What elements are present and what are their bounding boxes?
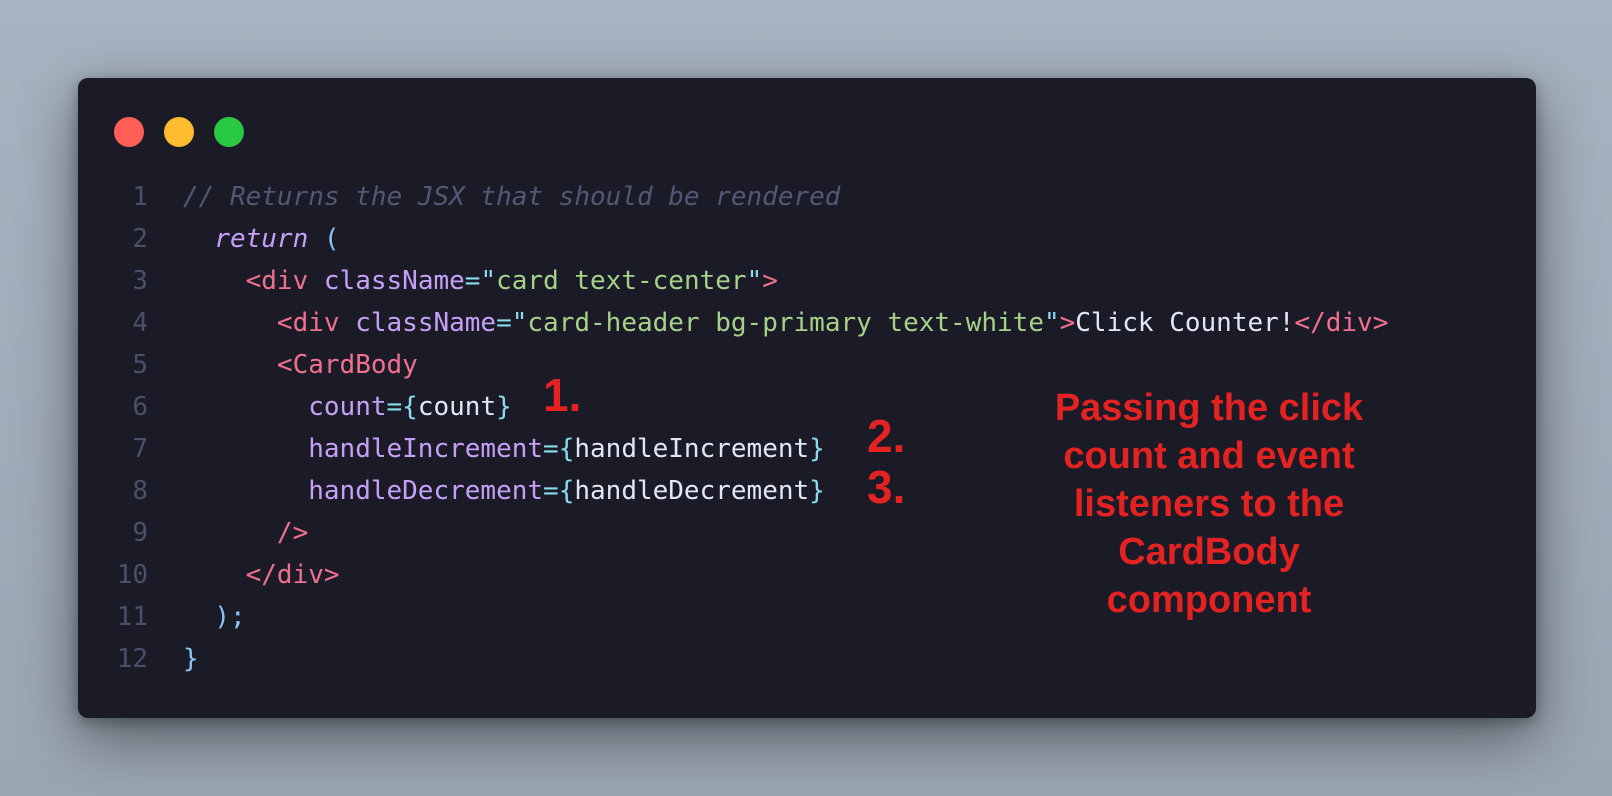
code-token: =" [464,266,497,296]
code-token: count [417,392,497,422]
code-token: className [355,308,497,338]
code-line: 4 <div className="card-header bg-primary… [78,302,1536,344]
minimize-button[interactable] [164,117,194,147]
window-controls [114,117,244,147]
code-content: ); [183,596,246,638]
code-token: count [308,392,387,422]
line-number: 1 [132,182,148,212]
code-token: ); [214,602,246,632]
annotation-text: Passing the click count and event listen… [1054,387,1364,621]
code-line: 1 // Returns the JSX that should be rende… [78,176,1536,218]
close-button[interactable] [114,117,144,147]
line-number: 12 [116,644,148,674]
code-content: /> [183,512,308,554]
line-number: 10 [116,560,148,590]
code-token: } [809,434,825,464]
code-token: handleIncrement [574,434,810,464]
line-number: 4 [132,308,148,338]
code-token: " [1043,308,1060,338]
code-content: <CardBody [183,344,418,386]
code-content: </div> [183,554,340,596]
code-token: } [183,644,199,674]
code-token: handleIncrement [308,434,544,464]
code-token: </div> [245,560,340,590]
code-content: <div className="card-header bg-primary t… [183,302,1388,344]
code-line: 3 <div className="card text-center"> [78,260,1536,302]
code-token: <div [245,266,309,296]
code-token: /> [276,518,309,548]
maximize-button[interactable] [214,117,244,147]
code-token: " [746,266,763,296]
marker-3: 3. [867,461,906,513]
code-line: 12} [78,638,1536,680]
marker-1: 1. [543,369,582,421]
code-line: 2 return ( [78,218,1536,260]
code-content: <div className="card text-center"> [183,260,778,302]
line-number: 7 [132,434,148,464]
code-content: handleDecrement={handleDecrement} [183,470,825,512]
line-number: 2 [132,224,148,254]
line-number: 5 [132,350,148,380]
code-token: card text-center [496,266,747,296]
code-token: > [1059,308,1076,338]
code-content: return ( [183,218,340,260]
code-token: handleDecrement [574,476,810,506]
code-token: </div> [1294,308,1389,338]
code-window: 1 // Returns the JSX that should be rende… [78,78,1536,718]
code-token: ( [323,224,340,254]
code-content: count={count} [183,386,512,428]
code-token: > [762,266,778,296]
line-number: 3 [132,266,148,296]
code-content: } [183,638,199,680]
code-token: } [809,476,825,506]
code-token: =" [496,308,528,338]
code-content: // Returns the JSX that should be render… [183,176,840,218]
code-token: className [323,266,465,296]
line-number: 6 [132,392,148,422]
code-token: Click Counter! [1075,308,1295,338]
code-token: ={ [386,392,418,422]
code-token: // Returns the JSX that should be render… [183,182,841,212]
code-token: ={ [543,476,575,506]
code-token: } [496,392,512,422]
code-token: handleDecrement [308,476,544,506]
line-number: 8 [132,476,148,506]
code-content: handleIncrement={handleIncrement} [183,428,825,470]
code-token: ={ [543,434,575,464]
code-token: <div [276,308,340,338]
code-token: card-header bg-primary text-white [527,308,1044,338]
line-number: 9 [132,518,148,548]
code-line: 5 <CardBody [78,344,1536,386]
line-number: 11 [116,602,148,632]
code-token: <CardBody [276,350,418,380]
marker-2: 2. [867,410,906,462]
code-token: return [214,224,309,254]
